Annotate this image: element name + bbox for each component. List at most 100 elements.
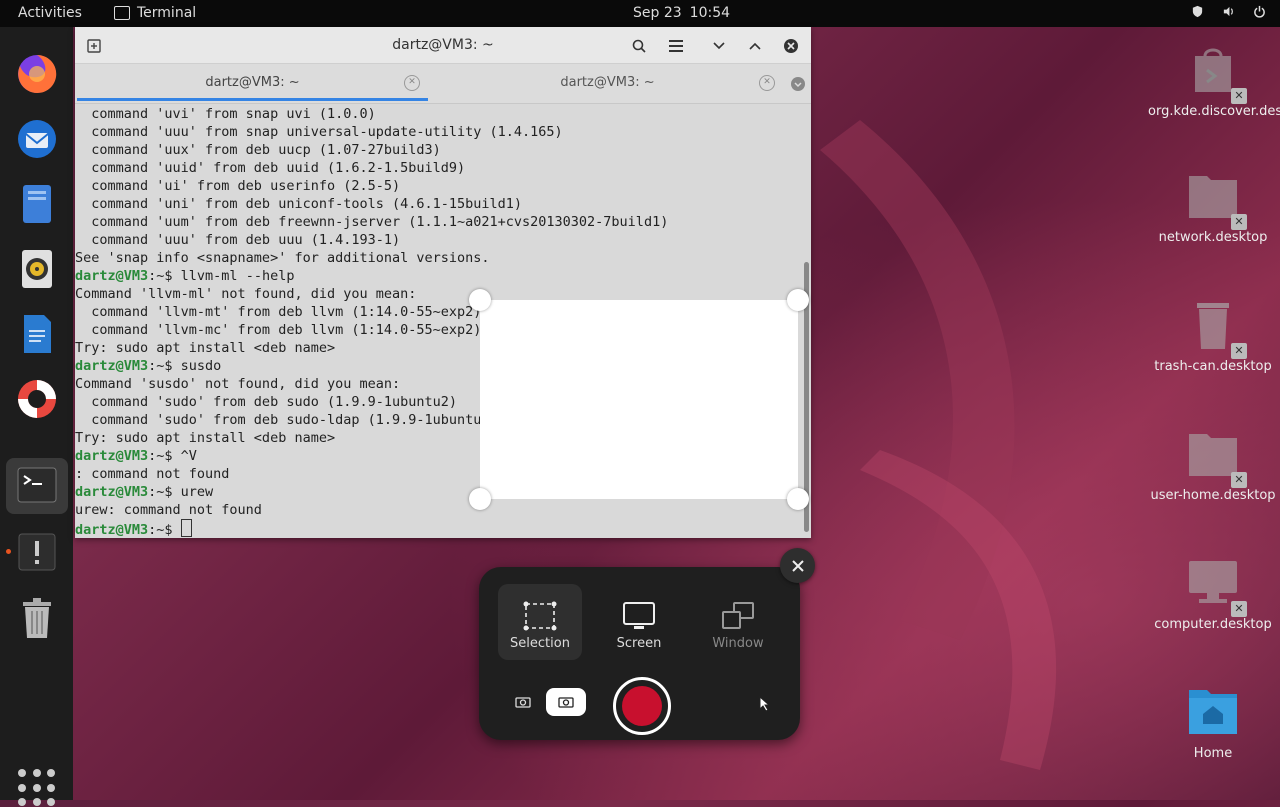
screenshot-mode-toggle-active[interactable]	[546, 688, 586, 716]
selection-icon	[523, 601, 557, 631]
app-menu[interactable]: Terminal	[114, 5, 196, 21]
dock	[0, 27, 73, 807]
dock-rhythmbox[interactable]	[12, 244, 62, 294]
tab-close-icon[interactable]: ✕	[759, 75, 775, 91]
window-title: dartz@VM3: ~	[392, 37, 494, 53]
close-icon	[791, 559, 804, 572]
terminal-line: dartz@VM3:~$	[75, 519, 801, 538]
warning-icon	[18, 533, 56, 571]
mode-window-button[interactable]: Window	[696, 584, 780, 660]
broken-link-badge-icon: ✕	[1231, 343, 1247, 359]
broken-link-badge-icon: ✕	[1231, 472, 1247, 488]
home-folder-icon	[1185, 684, 1241, 740]
close-window-button[interactable]	[780, 35, 802, 57]
tab-close-icon[interactable]: ✕	[404, 75, 420, 91]
rhythmbox-icon	[22, 250, 52, 288]
activities-button[interactable]: Activities	[18, 5, 82, 21]
terminal-line: command 'ui' from deb userinfo (2.5-5)	[75, 178, 401, 194]
mode-selection-button[interactable]: Selection	[498, 584, 582, 660]
folder-icon: ✕	[1185, 168, 1247, 230]
shell-command: :~$	[148, 522, 181, 538]
desktop-icon-trash-can[interactable]: ✕ trash-can.desktop	[1148, 297, 1278, 374]
show-pointer-toggle[interactable]	[759, 695, 771, 716]
minimize-button[interactable]	[708, 35, 730, 57]
tab-label: dartz@VM3: ~	[205, 75, 300, 90]
desktop-icon-label: trash-can.desktop	[1154, 359, 1272, 374]
maximize-button[interactable]	[744, 35, 766, 57]
window-icon	[722, 602, 754, 629]
tab-1[interactable]: dartz@VM3: ~ ✕	[75, 64, 430, 103]
files-icon	[23, 185, 51, 223]
terminal-headerbar: dartz@VM3: ~	[75, 27, 811, 64]
dock-trash[interactable]	[12, 593, 62, 643]
terminal-line: command 'uuid' from deb uuid (1.6.2-1.5b…	[75, 160, 466, 176]
shell-prompt: dartz@VM3	[75, 358, 149, 374]
desktop-icon-label: user-home.desktop	[1150, 488, 1276, 503]
chevron-down-icon	[713, 42, 725, 50]
record-dot-icon	[622, 686, 662, 726]
shell-command: :~$ ^V	[148, 448, 197, 464]
mode-label: Screen	[616, 636, 662, 651]
show-apps-grid-icon[interactable]	[18, 769, 56, 807]
terminal-line: command 'uuu' from snap universal-update…	[75, 124, 563, 140]
shell-command: :~$ urew	[148, 484, 214, 500]
terminal-line: command 'uuu' from deb uuu (1.4.193-1)	[75, 232, 401, 248]
dock-help[interactable]	[12, 374, 62, 424]
terminal-icon	[114, 6, 130, 20]
desktop-icon-computer[interactable]: ✕ computer.desktop	[1148, 555, 1278, 632]
clock-time: 10:54	[689, 5, 731, 21]
desktop-icon-user-home[interactable]: ✕ user-home.desktop	[1148, 426, 1278, 503]
terminal-line: dartz@VM3:~$ llvm-ml --help	[75, 267, 801, 285]
menu-button[interactable]	[665, 35, 687, 57]
shell-command: :~$ susdo	[148, 358, 222, 374]
tab-label: dartz@VM3: ~	[560, 75, 655, 90]
system-tray[interactable]	[1191, 5, 1266, 18]
dock-writer[interactable]	[12, 309, 62, 359]
help-lifebuoy-icon	[18, 380, 56, 418]
dock-thunderbird[interactable]	[12, 114, 62, 164]
writer-icon	[24, 315, 51, 353]
clock[interactable]: Sep 23 10:54	[633, 5, 738, 21]
camera-icon	[558, 697, 574, 708]
screenshot-close-button[interactable]	[780, 548, 815, 583]
mode-screen-button[interactable]: Screen	[597, 584, 681, 660]
broken-link-badge-icon: ✕	[1231, 601, 1247, 617]
shell-prompt: dartz@VM3	[75, 484, 149, 500]
search-button[interactable]	[628, 35, 650, 57]
terminal-line: command 'uvi' from snap uvi (1.0.0)	[75, 106, 376, 122]
selection-handle-top-right[interactable]	[787, 289, 809, 311]
desktop-icon-discover[interactable]: ✕ org.kde.discover.desktop	[1148, 42, 1280, 119]
selection-handle-bottom-left[interactable]	[469, 488, 491, 510]
hamburger-menu-icon	[669, 40, 683, 52]
dock-firefox[interactable]	[12, 49, 62, 99]
screenshot-selection-area[interactable]	[480, 300, 798, 499]
terminal-line: urew: command not found	[75, 502, 262, 518]
screenshot-toggle[interactable]	[503, 688, 543, 716]
search-icon	[632, 39, 646, 53]
dock-software-updater[interactable]	[12, 527, 62, 577]
selection-handle-bottom-right[interactable]	[787, 488, 809, 510]
desktop-icon-network[interactable]: ✕ network.desktop	[1148, 168, 1278, 245]
dock-files[interactable]	[12, 179, 62, 229]
shell-prompt: dartz@VM3	[75, 268, 149, 284]
shell-prompt: dartz@VM3	[75, 522, 149, 538]
desktop-icon-label: Home	[1193, 746, 1233, 761]
computer-icon: ✕	[1185, 555, 1247, 617]
capture-button[interactable]	[613, 677, 671, 735]
terminal-line: See 'snap info <snapname>' for additiona…	[75, 250, 490, 266]
shell-command: :~$ llvm-ml --help	[148, 268, 295, 284]
tab-2[interactable]: dartz@VM3: ~ ✕	[430, 64, 785, 103]
volume-icon	[1223, 6, 1233, 17]
camera-icon	[515, 697, 531, 708]
desktop-icon-home[interactable]: Home	[1148, 684, 1278, 761]
trash-icon	[23, 598, 51, 638]
desktop-icon-label: computer.desktop	[1154, 617, 1272, 632]
trash-icon: ✕	[1185, 297, 1247, 359]
clock-date: Sep 23	[633, 5, 682, 21]
tab-bar: dartz@VM3: ~ ✕ dartz@VM3: ~ ✕	[75, 64, 811, 104]
tab-overview-button[interactable]	[785, 64, 811, 103]
dock-terminal[interactable]	[6, 458, 68, 514]
shell-prompt: dartz@VM3	[75, 448, 149, 464]
selection-handle-top-left[interactable]	[469, 289, 491, 311]
mode-label: Selection	[510, 636, 570, 651]
